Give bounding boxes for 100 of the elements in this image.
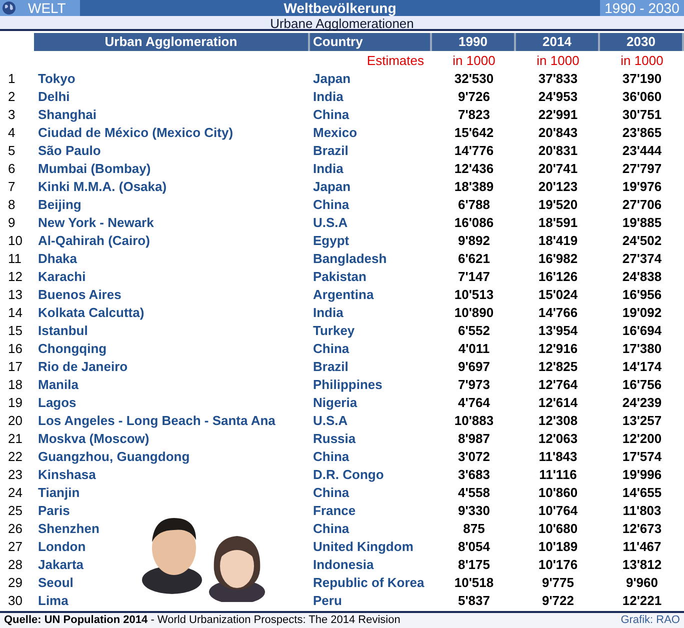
city-name: Istanbul: [37, 322, 89, 340]
population-value: 12'916: [537, 340, 579, 358]
city-name: Lagos: [37, 394, 78, 412]
country-name: India: [312, 304, 344, 322]
rank-number: 8: [7, 196, 16, 214]
population-value: 9'726: [456, 88, 491, 106]
population-value: 37'190: [621, 70, 663, 88]
population-value: 13'257: [621, 412, 663, 430]
city-name: Seoul: [37, 574, 74, 592]
country-name: Peru: [312, 592, 343, 610]
rank-number: 3: [7, 106, 16, 124]
city-name: Lima: [37, 592, 70, 610]
rank-number: 12: [7, 268, 24, 286]
population-value: 5'837: [456, 592, 491, 610]
population-value: 10'883: [453, 412, 495, 430]
city-name: Delhi: [37, 88, 71, 106]
population-value: 14'174: [621, 358, 663, 376]
country-name: Indonesia: [312, 556, 375, 574]
population-value: 875: [462, 520, 486, 538]
country-name: Nigeria: [312, 394, 358, 412]
population-value: 11'843: [538, 448, 578, 466]
population-value: 24'838: [621, 268, 663, 286]
city-name: Moskva (Moscow): [37, 430, 150, 448]
population-value: 18'389: [453, 178, 495, 196]
column-header: 1990: [432, 33, 516, 51]
city-name: Shenzhen: [37, 520, 100, 538]
population-value: 16'126: [537, 268, 579, 286]
rank-number: 6: [7, 160, 16, 178]
population-value: 12'614: [537, 394, 579, 412]
population-value: 16'756: [621, 376, 663, 394]
city-name: Buenos Aires: [37, 286, 122, 304]
city-name: Jakarta: [37, 556, 85, 574]
population-value: 12'673: [621, 520, 663, 538]
population-value: 8'987: [456, 430, 491, 448]
population-value: 7'973: [456, 376, 491, 394]
rank-number: 27: [7, 538, 24, 556]
population-value: 19'996: [621, 466, 663, 484]
population-value: 7'147: [456, 268, 491, 286]
population-value: 19'092: [621, 304, 663, 322]
population-value: 3'683: [456, 466, 491, 484]
population-value: 9'697: [456, 358, 491, 376]
country-name: Argentina: [312, 286, 375, 304]
population-value: 23'865: [621, 124, 663, 142]
city-name: Los Angeles - Long Beach - Santa Ana: [37, 412, 276, 430]
population-value: 12'063: [537, 430, 579, 448]
country-name: Philippines: [312, 376, 384, 394]
population-value: 11'467: [622, 538, 662, 556]
population-value: 11'803: [622, 502, 662, 520]
country-name: Pakistan: [312, 268, 368, 286]
population-value: 9'330: [456, 502, 491, 520]
rank-number: 2: [7, 88, 16, 106]
country-name: U.S.A: [312, 214, 349, 232]
rank-number: 20: [7, 412, 24, 430]
country-name: Mexico: [312, 124, 358, 142]
population-value: 10'189: [537, 538, 579, 556]
rank-number: 23: [7, 466, 24, 484]
subtitle: Urbane Agglomerationen: [270, 16, 414, 29]
population-value: 7'823: [456, 106, 491, 124]
population-value: 13'954: [537, 322, 579, 340]
city-name: Rio de Janeiro: [37, 358, 129, 376]
column-header: Urban Agglomeration: [34, 33, 310, 51]
rank-number: 9: [7, 214, 16, 232]
rank-number: 15: [7, 322, 24, 340]
population-value: 11'116: [538, 466, 578, 484]
rank-number: 1: [7, 70, 16, 88]
population-value: 10'680: [537, 520, 579, 538]
column-header: 2030: [600, 33, 684, 51]
population-value: 24'953: [537, 88, 579, 106]
city-name: Ciudad de México (Mexico City): [37, 124, 234, 142]
population-value: 20'123: [537, 178, 579, 196]
city-name: Chongqing: [37, 340, 108, 358]
country-name: U.S.A: [312, 412, 349, 430]
rank-number: 7: [7, 178, 16, 196]
population-value: 32'530: [453, 70, 495, 88]
population-value: 4'011: [457, 340, 491, 358]
population-value: 16'086: [453, 214, 495, 232]
credit-note: Grafik: RAO: [620, 613, 680, 628]
rank-number: 5: [7, 142, 16, 160]
source-note: Quelle: UN Population 2014 - World Urbanization Prospects: The 2014 Revision: [4, 613, 400, 628]
population-value: 37'833: [537, 70, 579, 88]
country-name: India: [312, 88, 344, 106]
population-value: 4'558: [456, 484, 491, 502]
rank-number: 10: [7, 232, 24, 250]
country-name: Brazil: [312, 142, 350, 160]
population-value: 12'200: [621, 430, 663, 448]
population-value: 12'221: [621, 592, 663, 610]
rank-number: 26: [7, 520, 24, 538]
rank-number: 13: [7, 286, 24, 304]
country-name: Bangladesh: [312, 250, 388, 268]
country-name: China: [312, 106, 350, 124]
population-value: 9'960: [624, 574, 659, 592]
rank-number: 30: [7, 592, 24, 610]
country-name: India: [312, 160, 344, 178]
country-name: Russia: [312, 430, 357, 448]
unit-label: Estimates: [366, 52, 425, 70]
population-value: 19'520: [537, 196, 579, 214]
city-name: Kinshasa: [37, 466, 97, 484]
country-name: China: [312, 520, 350, 538]
population-value: 9'775: [540, 574, 575, 592]
population-value: 12'764: [537, 376, 579, 394]
